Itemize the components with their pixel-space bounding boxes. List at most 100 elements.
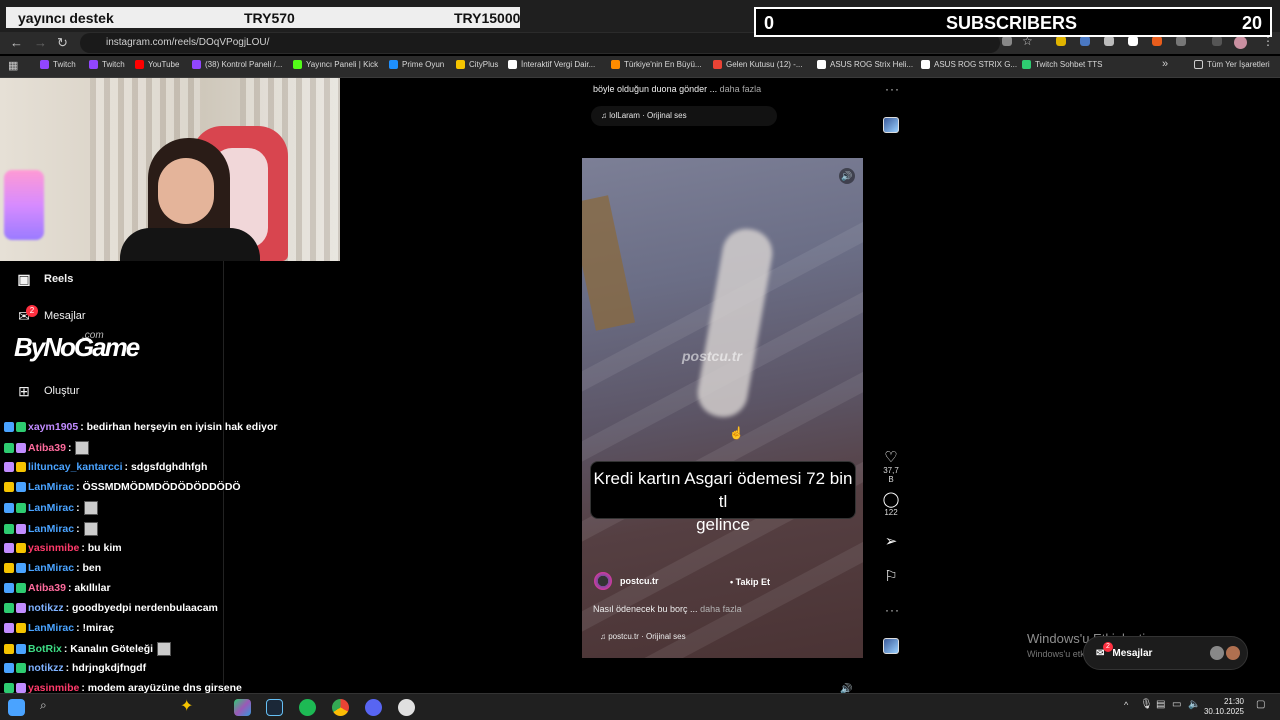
extension-icon[interactable] (1128, 36, 1138, 46)
bookmark-item[interactable]: (38) Kontrol Paneli /... (192, 60, 282, 69)
extension-icon[interactable] (1152, 36, 1162, 46)
streamer-body (120, 228, 260, 261)
all-bookmarks-link[interactable]: Tüm Yer İşaretleri (1194, 60, 1270, 69)
chat-message: notikzz: hdrjngkdjfngdf (4, 662, 146, 674)
nav-reels[interactable]: ▣ Reels (16, 271, 73, 287)
install-app-icon[interactable] (1002, 36, 1012, 46)
bynogame-logo-suffix: .com (82, 330, 104, 341)
bookmark-item[interactable]: Türkiye'nin En Büyü... (611, 60, 702, 69)
forward-icon[interactable]: → (34, 35, 47, 50)
chat-username[interactable]: LanMirac (28, 523, 74, 535)
sound-toggle-icon[interactable]: 🔊 (839, 168, 855, 184)
bookmark-item[interactable]: Twitch (40, 60, 76, 69)
chat-emote-icon (75, 441, 90, 456)
bookmark-item[interactable]: Twitch (89, 60, 125, 69)
start-icon[interactable] (8, 699, 25, 716)
author-avatar[interactable] (594, 572, 612, 590)
save-button[interactable]: ⚐ (880, 567, 902, 585)
extension-icon[interactable] (1104, 36, 1114, 46)
like-button[interactable]: ♡ 37,7 B (880, 448, 902, 484)
reload-icon[interactable]: ↻ (57, 35, 68, 51)
more-bookmarks-icon[interactable]: » (1162, 58, 1168, 70)
bookmark-item[interactable]: Gelen Kutusu (12) -... (713, 60, 802, 69)
reel-video[interactable]: postcu.tr 🔊 ☝ Kredi kartın Asgari ödemes… (582, 158, 863, 658)
rgb-lamp (4, 170, 44, 240)
obs-icon[interactable] (398, 699, 415, 716)
network-icon[interactable]: ▭ (1172, 699, 1181, 710)
bookmark-item[interactable]: Yayıncı Paneli | Kick (293, 60, 378, 69)
bookmark-item[interactable]: ASUS ROG STRIX G... (921, 60, 1017, 69)
chrome-icon[interactable] (332, 699, 349, 716)
follow-button[interactable]: • Takip Et (730, 577, 770, 587)
extension-shield-icon[interactable] (1056, 36, 1066, 46)
apps-grid-icon[interactable]: ▦ (8, 59, 18, 72)
more-options-icon[interactable]: ··· (885, 603, 900, 617)
bookmark-item[interactable]: İnteraktif Vergi Dair... (508, 60, 595, 69)
chat-username[interactable]: notikzz (28, 602, 64, 614)
chat-badge-icon (4, 542, 14, 553)
sidebar-toggle-icon[interactable] (1212, 36, 1222, 46)
bynogame-logo: ByNoGame (14, 332, 140, 362)
subs-goal: 20 (1242, 13, 1263, 33)
bookmark-item[interactable]: CityPlus (456, 60, 498, 69)
all-bookmarks-label: Tüm Yer İşaretleri (1207, 60, 1270, 69)
chat-username[interactable]: LanMirac (28, 502, 74, 514)
author-name[interactable]: postcu.tr (620, 576, 659, 586)
reel-more-link[interactable]: daha fazla (700, 604, 742, 614)
more-options-icon[interactable]: ··· (885, 82, 900, 96)
system-clock[interactable]: 21:30 30.10.2025 (1204, 697, 1244, 717)
chat-username[interactable]: yasinmibe (28, 542, 79, 554)
chat-badge-icon (16, 623, 26, 633)
bookmark-item[interactable]: Prime Oyun (389, 60, 444, 69)
clipboard-icon[interactable]: ▤ (1156, 699, 1165, 710)
chat-badge-icon (16, 422, 26, 432)
audio-thumbnail[interactable] (883, 117, 899, 133)
bookmark-item[interactable]: Twitch Sohbet TTS (1022, 60, 1102, 69)
back-icon[interactable]: ← (10, 35, 23, 50)
steam-icon[interactable] (266, 699, 283, 716)
chat-username[interactable]: notikzz (28, 662, 64, 674)
search-icon[interactable]: ⌕ (40, 698, 47, 713)
microphone-icon[interactable]: 🎙 (1140, 699, 1153, 710)
bookmark-favicon-icon (611, 60, 620, 69)
chat-username[interactable]: LanMirac (28, 562, 74, 574)
volume-icon[interactable]: 🔈 (1188, 699, 1200, 710)
previous-reel-more-link[interactable]: daha fazla (720, 84, 762, 94)
notifications-icon[interactable]: ▢ (1256, 699, 1265, 710)
sparkle-icon[interactable]: ✦ (180, 696, 193, 716)
discord-icon[interactable] (365, 699, 382, 716)
chat-badge-icon (4, 663, 14, 674)
chat-username[interactable]: LanMirac (28, 622, 74, 634)
chat-text: : (67, 442, 72, 455)
audio-thumbnail[interactable] (883, 638, 899, 654)
copilot-icon[interactable] (234, 699, 251, 716)
messages-badge: 2 (26, 305, 38, 317)
spotify-icon[interactable] (299, 699, 316, 716)
chat-username[interactable]: BotRix (28, 643, 62, 655)
bookmark-item[interactable]: ASUS ROG Strix Heli... (817, 60, 913, 69)
subs-label: SUBSCRIBERS (946, 13, 1078, 33)
bookmark-favicon-icon (293, 60, 302, 69)
comment-button[interactable]: ◯ 122 (880, 490, 902, 517)
extension-icon[interactable] (1080, 36, 1090, 46)
chat-badge-icon (16, 644, 26, 655)
profile-avatar-icon[interactable] (1234, 36, 1247, 49)
reel-author[interactable]: postcu.tr (594, 572, 659, 590)
chat-message: notikzz: goodbyedpi nerdenbulaacam (4, 602, 218, 614)
chat-message: LanMirac: ben (4, 562, 101, 574)
chat-username[interactable]: xaym1905 (28, 421, 78, 433)
extensions-puzzle-icon[interactable] (1176, 36, 1186, 46)
chat-username[interactable]: Atiba39 (28, 442, 66, 454)
chat-badge-icon (4, 562, 14, 573)
chat-username[interactable]: LanMirac (28, 481, 74, 493)
video-caption-line1: Kredi kartın Asgari ödemesi 72 bin tl (593, 469, 853, 511)
share-button[interactable]: ➢ (880, 532, 902, 550)
reel-audio[interactable]: ♫ postcu.tr · Orijinal ses (600, 632, 686, 641)
chat-username[interactable]: Atiba39 (28, 582, 66, 594)
chat-username[interactable]: liltuncay_kantarcci (28, 461, 123, 473)
tray-chevron-icon[interactable]: ^ (1124, 700, 1128, 710)
previous-reel-audio[interactable]: ♫ lolLaram · Orijinal ses (591, 106, 777, 126)
nav-create[interactable]: ⊞ Oluştur (16, 383, 79, 399)
bookmark-item[interactable]: YouTube (135, 60, 179, 69)
windows-taskbar: ⌕ ✦ ^ 🎙 ▤ ▭ 🔈 21:30 30.10.2025 ▢ (0, 693, 1280, 720)
